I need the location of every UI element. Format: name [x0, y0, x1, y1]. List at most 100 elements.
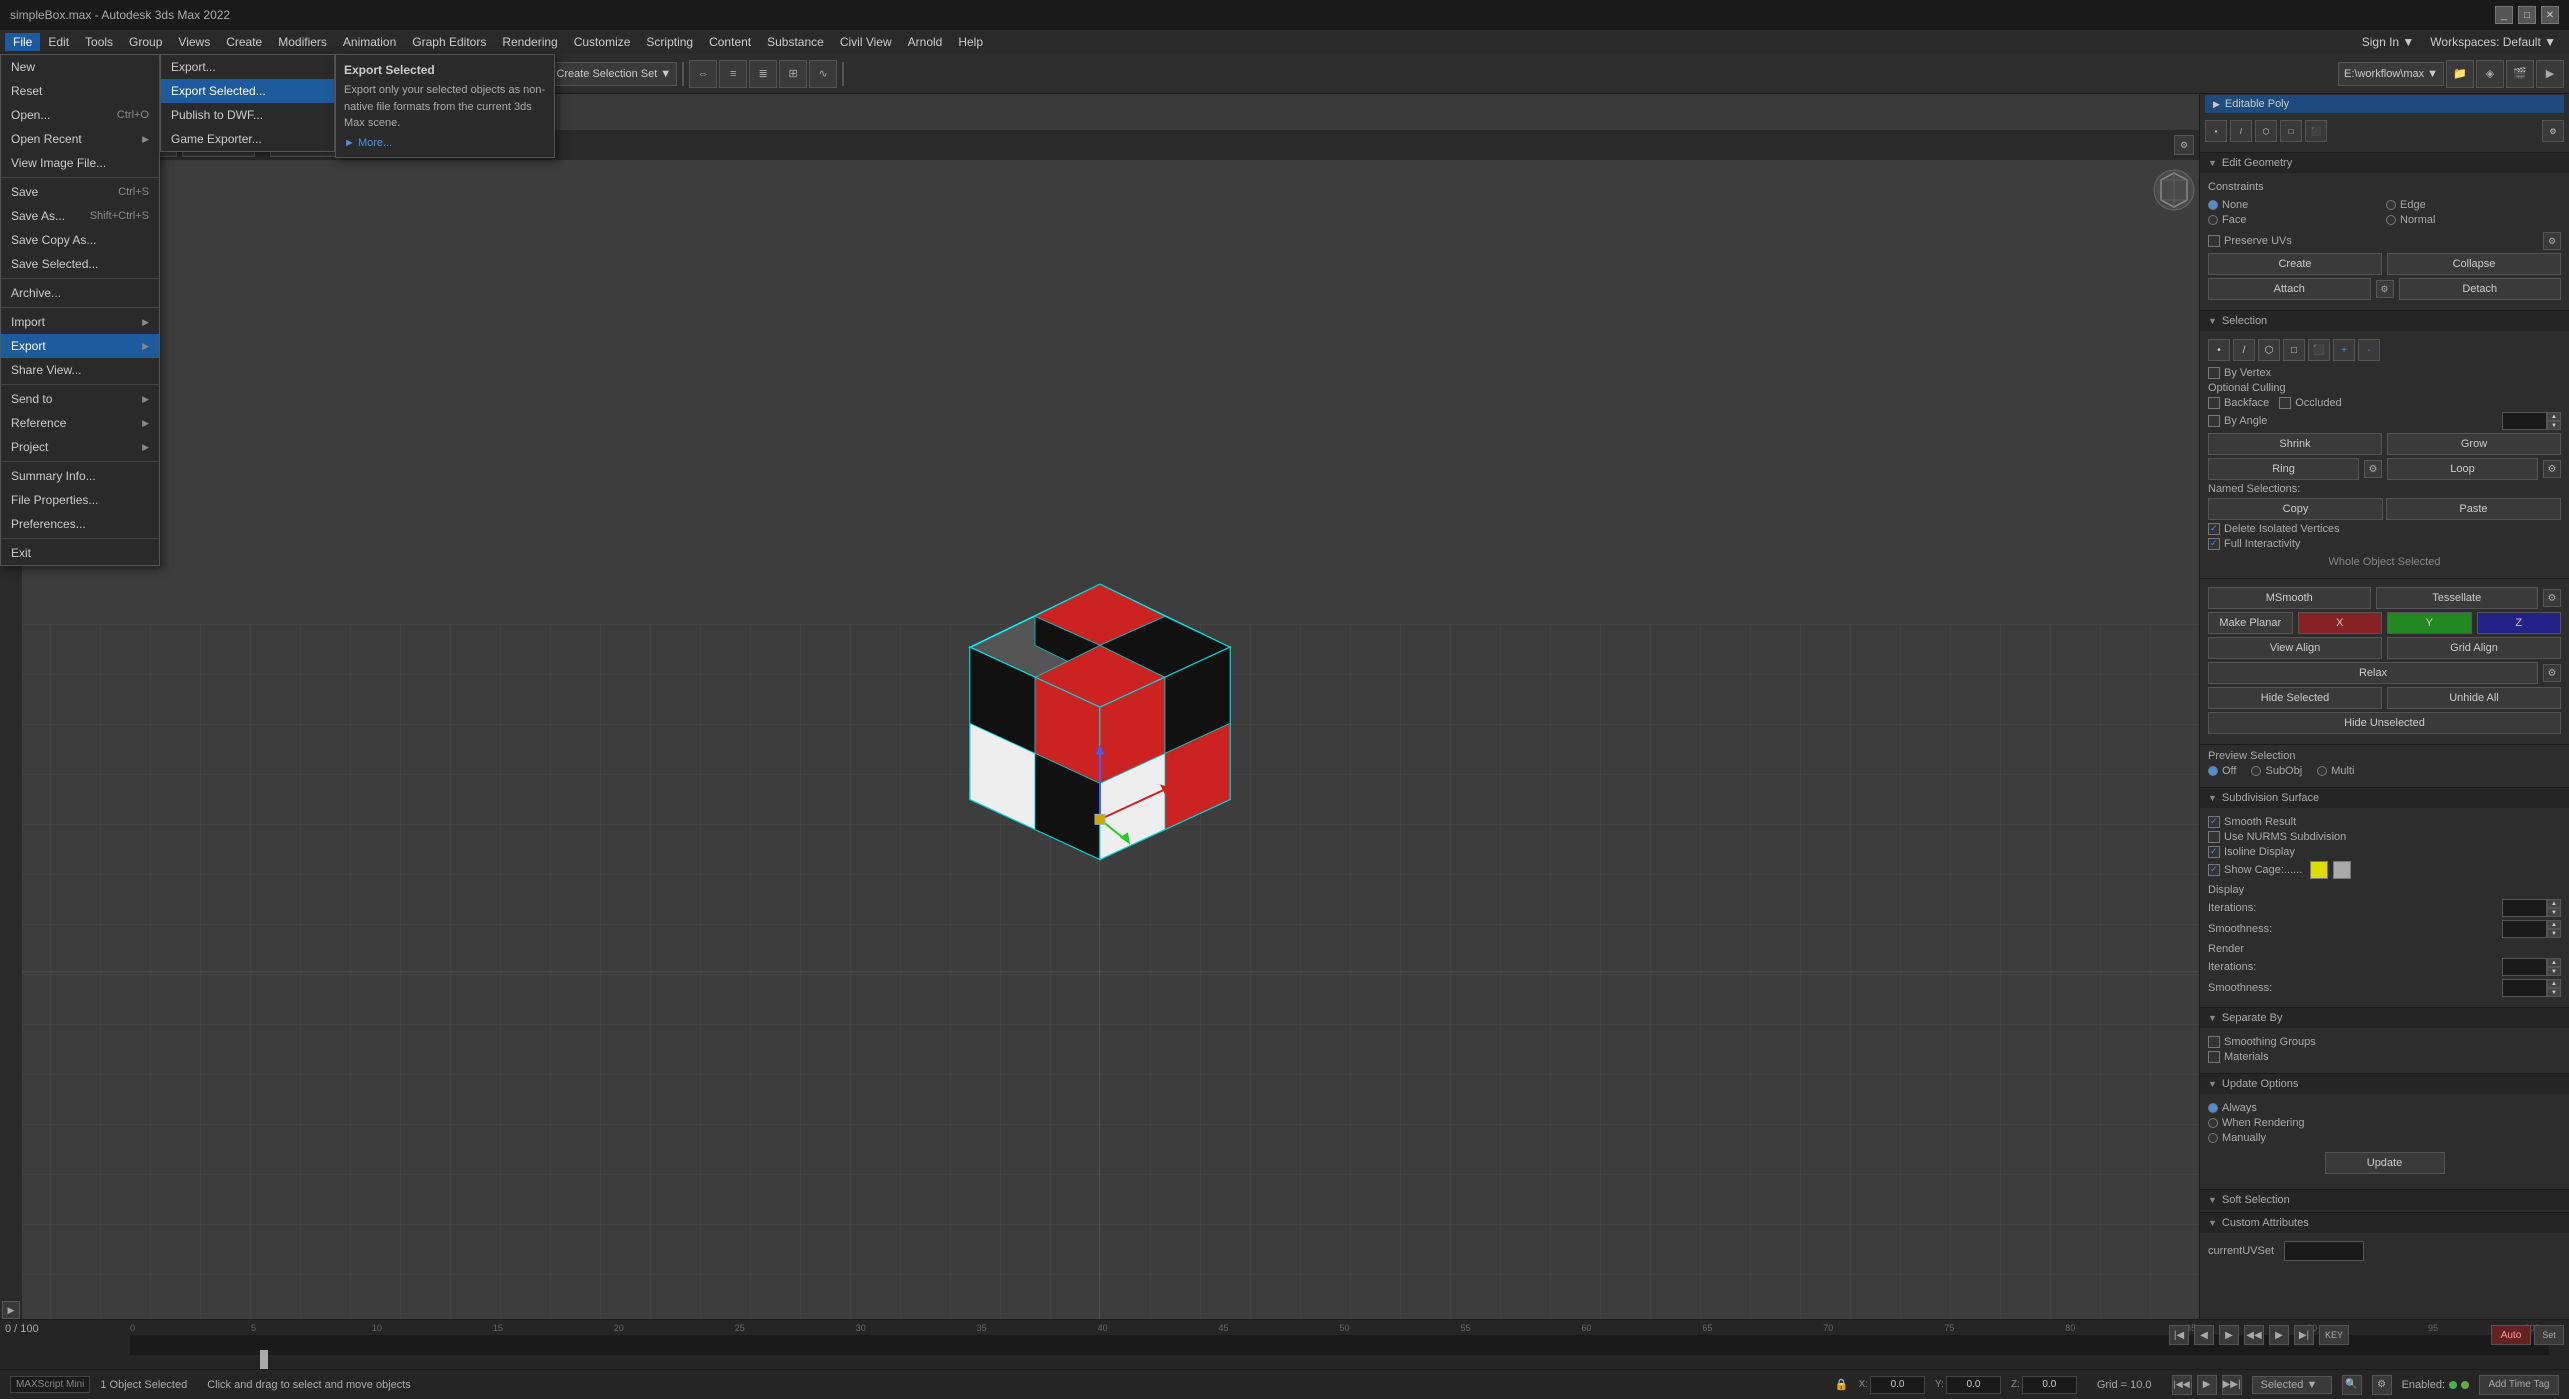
polygon-mode-btn[interactable]: □	[2280, 120, 2302, 142]
by-angle-check[interactable]: By Angle	[2208, 415, 2267, 427]
settings-mode-btn[interactable]: ⚙	[2542, 120, 2564, 142]
display-iter-down[interactable]: ▼	[2547, 908, 2561, 917]
menu-civil-view[interactable]: Civil View	[832, 33, 900, 51]
constraint-none[interactable]: None	[2208, 199, 2383, 211]
display-iter-value[interactable]: 1	[2502, 899, 2547, 917]
export-game-exporter[interactable]: Game Exporter...	[161, 127, 334, 151]
preview-multi[interactable]: Multi	[2317, 765, 2354, 777]
layer-mgr-btn[interactable]: ≣	[749, 60, 777, 88]
current-uvset-input[interactable]: map1	[2284, 1241, 2364, 1261]
element-mode-btn[interactable]: ⬛	[2305, 120, 2327, 142]
menu-save-selected[interactable]: Save Selected...	[1, 252, 159, 276]
sel-grow-btn[interactable]: +	[2333, 339, 2355, 361]
sel-element-btn[interactable]: ⬛	[2308, 339, 2330, 361]
create-selection-set-input[interactable]: Create Selection Set ▼	[550, 62, 677, 86]
ring-btn[interactable]: Ring	[2208, 458, 2359, 480]
menu-view-image[interactable]: View Image File...	[1, 151, 159, 175]
display-iterations-spinner[interactable]: 1 ▲ ▼	[2502, 899, 2561, 917]
use-nurms-check[interactable]: Use NURMS Subdivision	[2208, 831, 2561, 843]
create-btn[interactable]: Create	[2208, 253, 2382, 275]
export-publish-dwf[interactable]: Publish to DWF...	[161, 103, 334, 127]
preserve-uvs-check[interactable]: Preserve UVs	[2208, 235, 2292, 247]
menu-archive[interactable]: Archive...	[1, 281, 159, 305]
menu-project[interactable]: Project ▶	[1, 435, 159, 459]
anim-next-btn[interactable]: ▶▶|	[2222, 1375, 2242, 1395]
window-controls[interactable]: _ □ ✕	[2495, 6, 2559, 24]
backface-check[interactable]: Backface	[2208, 397, 2269, 409]
smooth-result-check[interactable]: Smooth Result	[2208, 816, 2561, 828]
render-setup-btn[interactable]: 🎬	[2506, 60, 2534, 88]
export-selected[interactable]: Export Selected...	[161, 79, 334, 103]
render-smoothness-spinner[interactable]: 1.0 ▲ ▼	[2502, 979, 2561, 997]
unhide-all-btn[interactable]: Unhide All	[2387, 687, 2561, 709]
menu-summary[interactable]: Summary Info...	[1, 464, 159, 488]
display-smooth-up[interactable]: ▲	[2547, 920, 2561, 929]
edge-mode-btn[interactable]: /	[2230, 120, 2252, 142]
angle-up[interactable]: ▲	[2547, 412, 2561, 421]
mirror-btn[interactable]: ⇔	[689, 60, 717, 88]
menu-substance[interactable]: Substance	[759, 33, 832, 51]
angle-value[interactable]: 45.0	[2502, 412, 2547, 430]
angle-spinner[interactable]: 45.0 ▲ ▼	[2502, 412, 2561, 430]
key-mode-btn[interactable]: KEY	[2319, 1325, 2349, 1345]
menu-edit[interactable]: Edit	[40, 33, 77, 51]
border-mode-btn[interactable]: ⬡	[2255, 120, 2277, 142]
render-smooth-up[interactable]: ▲	[2547, 979, 2561, 988]
preview-subobj[interactable]: SubObj	[2251, 765, 2302, 777]
cage-color-2[interactable]	[2333, 861, 2351, 879]
menu-preferences[interactable]: Preferences...	[1, 512, 159, 536]
viewport-orientation-gizmo[interactable]	[2149, 165, 2189, 205]
update-when-rendering[interactable]: When Rendering	[2208, 1117, 2561, 1129]
z-axis-btn[interactable]: Z	[2477, 612, 2562, 634]
show-cage-check[interactable]: Show Cage:......	[2208, 864, 2302, 876]
soft-selection-title[interactable]: Soft Selection	[2200, 1190, 2569, 1210]
selected-dropdown[interactable]: Selected ▼	[2252, 1376, 2332, 1394]
update-btn[interactable]: Update	[2325, 1152, 2445, 1174]
render-iter-up[interactable]: ▲	[2547, 958, 2561, 967]
sel-shrink-btn[interactable]: -	[2358, 339, 2380, 361]
timeline-playhead[interactable]	[260, 1350, 268, 1370]
relax-btn[interactable]: Relax	[2208, 662, 2538, 684]
menu-content[interactable]: Content	[701, 33, 759, 51]
grid-align-btn[interactable]: Grid Align	[2387, 637, 2561, 659]
menu-send-to[interactable]: Send to ▶	[1, 387, 159, 411]
search-btn[interactable]: 🔍	[2342, 1375, 2362, 1395]
preview-off[interactable]: Off	[2208, 765, 2236, 777]
menu-file[interactable]: File	[5, 33, 40, 51]
hide-unselected-btn[interactable]: Hide Unselected	[2208, 712, 2561, 734]
menu-help[interactable]: Help	[950, 33, 991, 51]
custom-attributes-title[interactable]: Custom Attributes	[2200, 1213, 2569, 1233]
close-button[interactable]: ✕	[2541, 6, 2559, 24]
menu-arnold[interactable]: Arnold	[900, 33, 951, 51]
angle-down[interactable]: ▼	[2547, 421, 2561, 430]
render-smooth-down[interactable]: ▼	[2547, 988, 2561, 997]
set-key-btn[interactable]: Set	[2534, 1325, 2564, 1345]
attach-btn[interactable]: Attach	[2208, 278, 2371, 300]
menu-export[interactable]: Export ▶	[1, 334, 159, 358]
attach-settings-btn[interactable]: ⚙	[2376, 280, 2394, 298]
key-filters-btn[interactable]: |◀◀	[2172, 1375, 2192, 1395]
menu-exit[interactable]: Exit	[1, 541, 159, 565]
menu-tools[interactable]: Tools	[77, 33, 121, 51]
minimize-button[interactable]: _	[2495, 6, 2513, 24]
occluded-check[interactable]: Occluded	[2279, 397, 2341, 409]
open-path-btn[interactable]: 📁	[2446, 60, 2474, 88]
add-time-tag-btn[interactable]: Add Time Tag	[2479, 1375, 2559, 1395]
x-coord-input[interactable]	[1870, 1376, 1925, 1394]
export-export[interactable]: Export...	[161, 55, 334, 79]
detach-btn[interactable]: Detach	[2399, 278, 2562, 300]
isoline-check[interactable]: Isoline Display	[2208, 846, 2561, 858]
y-axis-btn[interactable]: Y	[2387, 612, 2472, 634]
render-smooth-value[interactable]: 1.0	[2502, 979, 2547, 997]
display-iter-up[interactable]: ▲	[2547, 899, 2561, 908]
display-smooth-down[interactable]: ▼	[2547, 929, 2561, 938]
menu-new[interactable]: New	[1, 55, 159, 79]
edit-geometry-title[interactable]: Edit Geometry	[2200, 153, 2569, 173]
menu-save[interactable]: Save Ctrl+S	[1, 180, 159, 204]
menu-save-as[interactable]: Save As... Shift+Ctrl+S	[1, 204, 159, 228]
x-axis-btn[interactable]: X	[2298, 612, 2383, 634]
view-align-btn[interactable]: View Align	[2208, 637, 2382, 659]
materials-check[interactable]: Materials	[2208, 1051, 2561, 1063]
render-iterations-spinner[interactable]: 1 ▲ ▼	[2502, 958, 2561, 976]
sidebar-bottom-btn[interactable]: ▶	[2, 1301, 20, 1319]
